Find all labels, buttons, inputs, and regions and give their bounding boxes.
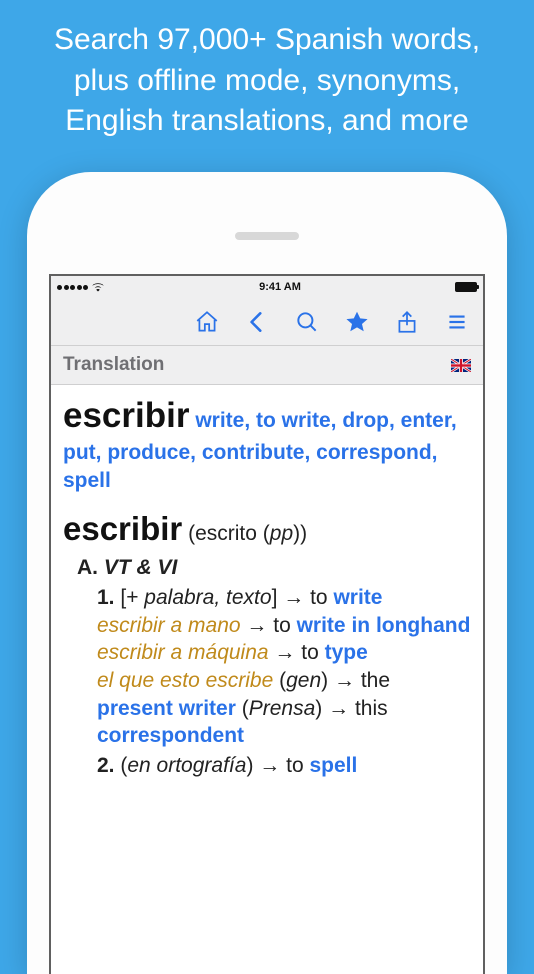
- target-link[interactable]: spell: [309, 754, 357, 777]
- app-toolbar: [51, 298, 483, 346]
- sense-number: 1.: [97, 586, 115, 609]
- home-button[interactable]: [193, 308, 221, 336]
- part-of-speech: VT & VI: [104, 556, 178, 579]
- battery-icon: [455, 282, 477, 292]
- favorite-button[interactable]: [343, 308, 371, 336]
- section-title: Translation: [63, 354, 164, 376]
- phone-speaker: [235, 232, 299, 240]
- target-link[interactable]: correspondent: [97, 724, 244, 747]
- sense-2: 2. (en ortografía) → to spell: [97, 752, 471, 780]
- promo-line: plus offline mode, synonyms,: [28, 61, 506, 102]
- share-icon: [394, 309, 420, 335]
- chevron-left-icon: [244, 309, 270, 335]
- example-phrase: escribir a mano: [97, 614, 241, 637]
- status-right: [455, 282, 477, 292]
- share-button[interactable]: [393, 308, 421, 336]
- status-bar: 9:41 AM: [51, 276, 483, 298]
- entry-section-a: A. VT & VI: [77, 554, 471, 582]
- menu-button[interactable]: [443, 308, 471, 336]
- entry-headword: escribir: [63, 510, 182, 547]
- target-link[interactable]: write in longhand: [297, 614, 471, 637]
- status-time: 9:41 AM: [259, 281, 301, 293]
- target-link[interactable]: write: [333, 586, 382, 609]
- status-left: [57, 282, 105, 292]
- promo-banner: Search 97,000+ Spanish words, plus offli…: [0, 0, 534, 166]
- example-phrase: escribir a máquina: [97, 641, 269, 664]
- sense-1: 1. [+ palabra, texto] → to write escribi…: [97, 584, 471, 750]
- signal-dots-icon: [57, 285, 88, 290]
- wifi-icon: [91, 282, 105, 292]
- menu-icon: [444, 309, 470, 335]
- back-button[interactable]: [243, 308, 271, 336]
- sense-number: 2.: [97, 754, 115, 777]
- target-link[interactable]: type: [325, 641, 368, 664]
- section-header: Translation: [51, 346, 483, 385]
- example-phrase: el que esto escribe: [97, 669, 273, 692]
- phone-frame: 9:41 AM Tra: [27, 172, 507, 974]
- entry-content[interactable]: escribir write, to write, drop, enter, p…: [51, 385, 483, 974]
- home-icon: [194, 309, 220, 335]
- entry-variant: (escrito (pp)): [188, 522, 307, 545]
- section-letter: A.: [77, 556, 98, 579]
- headword: escribir: [63, 396, 189, 435]
- entry-heading: escribir (escrito (pp)): [63, 507, 471, 551]
- target-link[interactable]: present writer: [97, 697, 236, 720]
- search-button[interactable]: [293, 308, 321, 336]
- phone-screen: 9:41 AM Tra: [49, 274, 485, 974]
- star-icon: [344, 309, 370, 335]
- search-icon: [294, 309, 320, 335]
- promo-line: English translations, and more: [28, 101, 506, 142]
- promo-line: Search 97,000+ Spanish words,: [28, 20, 506, 61]
- uk-flag-icon: [451, 359, 471, 372]
- translation-summary: escribir write, to write, drop, enter, p…: [63, 393, 471, 495]
